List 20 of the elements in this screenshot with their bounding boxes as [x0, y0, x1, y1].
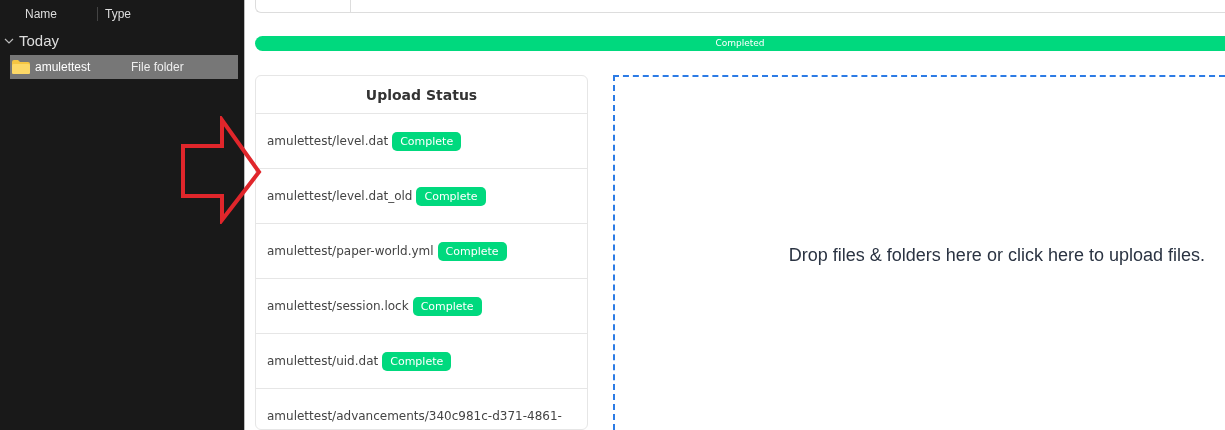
- status-badge: Complete: [382, 351, 452, 371]
- status-badge: Complete: [437, 241, 507, 261]
- file-path: amulettest/level.dat: [267, 134, 389, 148]
- column-header[interactable]: Name: [0, 7, 98, 21]
- card-title: Upload Status: [256, 76, 587, 114]
- dropzone[interactable]: Drop files & folders here or click here to upload files.: [613, 75, 1225, 430]
- file-path: amulettest/uid.dat: [267, 354, 379, 368]
- dropzone-text: Drop files & folders here or click here to upload files.: [788, 245, 1205, 266]
- progress-label: Completed: [714, 37, 766, 50]
- folder-icon: [12, 60, 30, 74]
- file-path: amulettest/session.lock: [267, 299, 409, 313]
- file-path: amulettest/level.dat_old: [267, 189, 413, 203]
- group-header[interactable]: Today: [4, 32, 60, 49]
- folder-row[interactable]: amulettest File folder: [10, 55, 238, 79]
- status-badge: Complete: [412, 296, 482, 316]
- file-path: amulettest/advancements/340c981c-d371-4861-: [267, 409, 562, 423]
- status-badge: Complete: [416, 186, 486, 206]
- column-header[interactable]: Type: [98, 7, 131, 21]
- status-badge: Complete: [392, 131, 462, 151]
- file-path: amulettest/paper-world.yml: [267, 244, 434, 258]
